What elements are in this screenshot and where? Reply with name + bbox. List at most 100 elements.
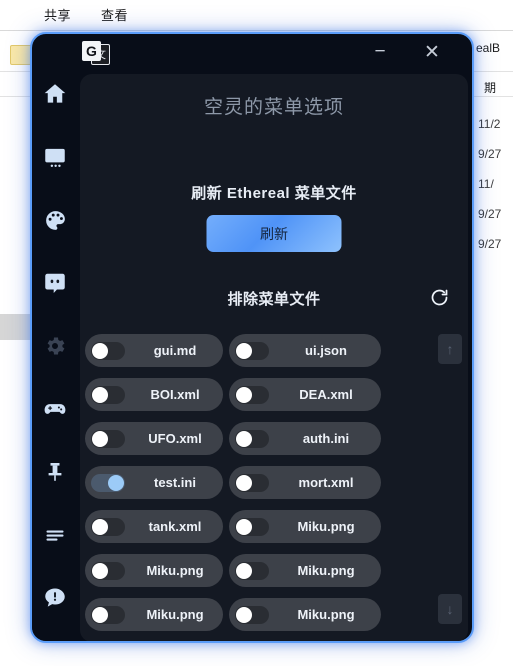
file-row-date: 9/27 — [478, 207, 502, 221]
refresh-icon[interactable] — [426, 284, 452, 310]
exclude-toggle-switch[interactable] — [235, 385, 269, 404]
sidebar-item-pin[interactable] — [38, 456, 72, 488]
exclude-file-label: tank.xml — [148, 519, 202, 534]
exclude-toggle-switch[interactable] — [235, 517, 269, 536]
file-row-date: 11/ — [478, 177, 494, 191]
file-row-date: 9/27 — [478, 237, 502, 251]
file-row-date: 11/2 — [478, 117, 501, 131]
exclude-file-label: test.ini — [154, 475, 196, 490]
toggle-knob — [92, 606, 108, 623]
exclude-toggle-row[interactable]: Miku.png — [229, 598, 381, 631]
app-window: 文 G − ✕ — [30, 32, 474, 643]
exclude-file-label: UFO.xml — [148, 431, 202, 446]
minimize-button[interactable]: − — [360, 34, 400, 70]
exclude-toggle-row[interactable]: Miku.png — [85, 554, 223, 587]
exclude-toggle-row[interactable]: test.ini — [85, 466, 223, 499]
close-button[interactable]: ✕ — [412, 34, 452, 70]
pin-icon — [43, 460, 67, 484]
exclude-file-label: BOI.xml — [150, 387, 200, 402]
exclude-toggle-row[interactable]: mort.xml — [229, 466, 381, 499]
exclude-file-label: mort.xml — [298, 475, 354, 490]
toggle-knob — [108, 474, 124, 491]
exclude-file-list: gui.md ui.json BOI.xml DEA.xml UFO.xml auth.i… — [80, 334, 468, 641]
exclude-toggle-row[interactable]: BOI.xml — [85, 378, 223, 411]
alert-bubble-icon — [42, 585, 68, 611]
exclude-file-label: Miku.png — [297, 519, 355, 534]
toggle-knob — [236, 342, 252, 359]
toggle-knob — [236, 518, 252, 535]
exclude-toggle-switch[interactable] — [91, 429, 125, 448]
explorer-menu-view[interactable]: 查看 — [101, 5, 128, 24]
window-icon — [42, 144, 68, 170]
sidebar-item-alert[interactable] — [38, 582, 72, 614]
explorer-menu-share[interactable]: 共享 — [44, 5, 71, 24]
refresh-section-heading: 刷新 Ethereal 菜单文件 — [191, 185, 357, 202]
exclude-toggle-row[interactable]: Miku.png — [85, 598, 223, 631]
exclude-file-label: Miku.png — [146, 563, 204, 578]
sidebar-item-window[interactable] — [38, 141, 72, 173]
exclude-toggle-row[interactable]: UFO.xml — [85, 422, 223, 455]
exclude-toggle-row[interactable]: ui.json — [229, 334, 381, 367]
page-title: 空灵的菜单选项 — [203, 97, 344, 118]
explorer-menubar: 共享 查看 — [0, 0, 513, 28]
sidebar-item-palette[interactable] — [38, 204, 72, 236]
home-icon — [42, 81, 68, 107]
toggle-knob — [92, 386, 108, 403]
column-header-date: 期 — [484, 81, 497, 95]
toggle-knob — [92, 518, 108, 535]
refresh-button[interactable]: 刷新 — [206, 215, 342, 252]
exclude-toggle-switch[interactable] — [235, 473, 269, 492]
exclude-toggle-switch[interactable] — [235, 429, 269, 448]
toggle-grid: gui.md ui.json BOI.xml DEA.xml UFO.xml auth.i… — [85, 334, 425, 631]
sidebar-item-discord[interactable] — [38, 267, 72, 299]
exclude-toggle-row[interactable]: auth.ini — [229, 422, 381, 455]
exclude-toggle-switch[interactable] — [91, 385, 125, 404]
exclude-toggle-row[interactable]: Miku.png — [229, 554, 381, 587]
sidebar-item-home[interactable] — [38, 78, 72, 110]
exclude-toggle-row[interactable]: gui.md — [85, 334, 223, 367]
exclude-toggle-row[interactable]: DEA.xml — [229, 378, 381, 411]
exclude-toggle-row[interactable]: Miku.png — [229, 510, 381, 543]
main-panel: 空灵的菜单选项 刷新 Ethereal 菜单文件 刷新 排除菜单文件 gui.m… — [80, 74, 468, 641]
palette-icon — [43, 208, 68, 233]
toggle-knob — [236, 606, 252, 623]
exclude-toggle-switch[interactable] — [91, 561, 125, 580]
exclude-toggle-switch[interactable] — [91, 517, 125, 536]
toggle-knob — [92, 430, 108, 447]
sidebar-item-settings[interactable] — [38, 330, 72, 362]
toggle-knob — [92, 562, 108, 579]
exclude-toggle-switch[interactable] — [235, 341, 269, 360]
exclude-file-label: Miku.png — [297, 563, 355, 578]
exclude-file-label: auth.ini — [302, 431, 350, 446]
file-row-date: 9/27 — [478, 147, 502, 161]
toggle-knob — [236, 430, 252, 447]
exclude-toggle-switch[interactable] — [91, 605, 125, 624]
exclude-toggle-row[interactable]: tank.xml — [85, 510, 223, 543]
translate-g-glyph: G — [82, 41, 101, 61]
exclude-section-heading: 排除菜单文件 — [227, 291, 321, 308]
scroll-up-button[interactable]: ↑ — [438, 334, 462, 364]
gamepad-icon — [42, 396, 68, 422]
scroll-down-button[interactable]: ↓ — [438, 594, 462, 624]
sidebar-item-games[interactable] — [38, 393, 72, 425]
exclude-file-label: DEA.xml — [299, 387, 353, 402]
exclude-toggle-switch[interactable] — [235, 561, 269, 580]
exclude-file-label: Miku.png — [297, 607, 355, 622]
screen: 共享 查看 ealB 期 11/2 9/27 11/ 9/27 9/27 文 G… — [0, 0, 513, 666]
toggle-knob — [236, 562, 252, 579]
sidebar — [32, 70, 78, 641]
exclude-file-label: ui.json — [305, 343, 347, 358]
exclude-file-label: gui.md — [153, 343, 197, 358]
exclude-toggle-switch[interactable] — [91, 473, 125, 492]
google-translate-icon: 文 G — [82, 41, 110, 67]
toggle-knob — [236, 474, 252, 491]
toggle-knob — [92, 342, 108, 359]
sidebar-item-menu[interactable] — [38, 519, 72, 551]
window-titlebar[interactable]: 文 G − ✕ — [32, 34, 472, 70]
exclude-file-label: Miku.png — [146, 607, 204, 622]
toggle-knob — [236, 386, 252, 403]
discord-icon — [42, 270, 68, 296]
column-header-name: ealB — [476, 41, 501, 55]
exclude-toggle-switch[interactable] — [235, 605, 269, 624]
exclude-toggle-switch[interactable] — [91, 341, 125, 360]
